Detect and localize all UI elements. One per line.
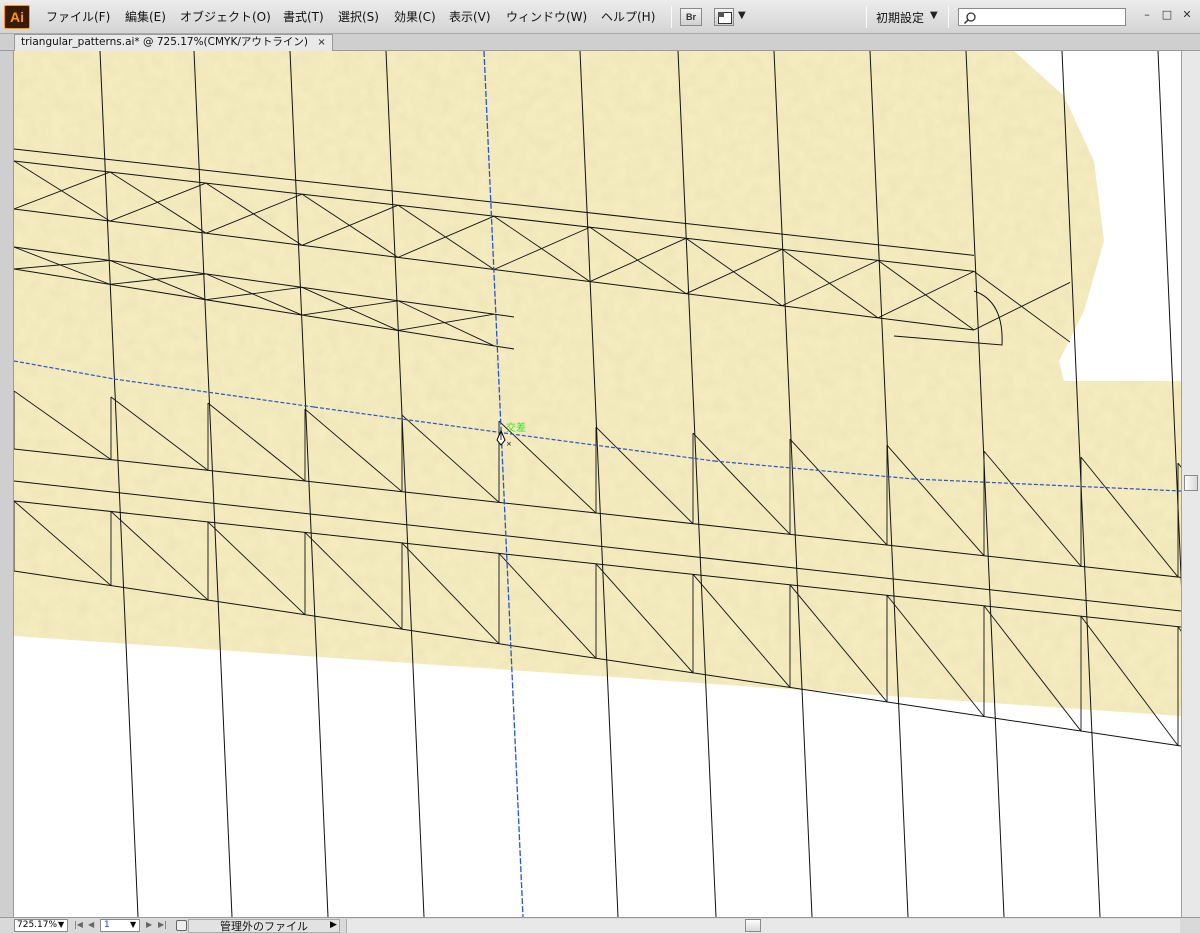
chevron-right-icon[interactable]: ▶ [330,920,337,930]
illustrator-logo: Ai [4,5,30,29]
maximize-button[interactable]: □ [1160,8,1174,22]
svg-text:×: × [506,440,512,448]
vertical-scrollbar[interactable] [1181,51,1200,917]
next-artboard-icon[interactable]: ▶ [146,920,152,929]
menu-view[interactable]: 表示(V) [449,9,491,25]
go-to-bridge-button[interactable]: Br [680,8,702,26]
horizontal-scrollbar[interactable] [346,919,1180,933]
chevron-down-icon[interactable]: ▼ [738,10,746,21]
menu-bar: Ai ファイル(F) 編集(E) オブジェクト(O) 書式(T) 選択(S) 効… [0,0,1200,34]
scrollbar-thumb[interactable] [745,919,761,932]
close-button[interactable]: ✕ [1180,8,1194,22]
menu-effect[interactable]: 効果(C) [394,9,436,25]
scrollbar-thumb[interactable] [1184,475,1198,491]
menu-type[interactable]: 書式(T) [283,9,324,25]
last-artboard-icon[interactable]: ▶| [158,920,167,929]
toolbar-separator [948,6,949,28]
search-input[interactable] [958,8,1126,26]
chevron-down-icon[interactable]: ▼ [130,920,136,929]
artboard-canvas[interactable]: × 交差 [14,51,1181,917]
document-tab-title: triangular_patterns.ai* @ 725.17%(CMYK/ア… [21,36,308,48]
menu-file[interactable]: ファイル(F) [46,9,110,25]
left-gutter [0,51,14,917]
workspace-switcher[interactable]: 初期設定 [876,9,924,26]
arrange-documents-icon[interactable] [714,8,734,26]
search-icon [963,12,976,25]
smart-guide-label: 交差 [506,423,526,434]
status-bar: 725.17% ▼ |◀ ◀ 1 ▼ ▶ ▶| 管理外のファイル ▶ [0,917,1200,933]
status-menu-icon[interactable] [176,920,187,931]
chevron-down-icon[interactable]: ▼ [58,920,64,929]
chevron-down-icon[interactable]: ▼ [930,10,938,21]
menu-window[interactable]: ウィンドウ(W) [506,9,587,25]
document-tab[interactable]: triangular_patterns.ai* @ 725.17%(CMYK/ア… [14,34,333,51]
menu-help[interactable]: ヘルプ(H) [601,9,655,25]
close-icon[interactable]: × [317,37,325,48]
menu-select[interactable]: 選択(S) [338,9,379,25]
document-tab-bar: triangular_patterns.ai* @ 725.17%(CMYK/ア… [0,34,1200,51]
minimize-button[interactable]: – [1140,8,1154,22]
artwork[interactable]: × [14,51,1181,917]
scanned-paper-image [14,51,1181,716]
toolbar-separator [866,6,867,28]
menu-object[interactable]: オブジェクト(O) [180,9,271,25]
toolbar-separator [671,6,672,28]
menu-edit[interactable]: 編集(E) [125,9,166,25]
first-artboard-icon[interactable]: |◀ [74,920,83,929]
bridge-icon: Br [685,12,696,22]
status-info[interactable]: 管理外のファイル [188,919,340,933]
previous-artboard-icon[interactable]: ◀ [88,920,94,929]
